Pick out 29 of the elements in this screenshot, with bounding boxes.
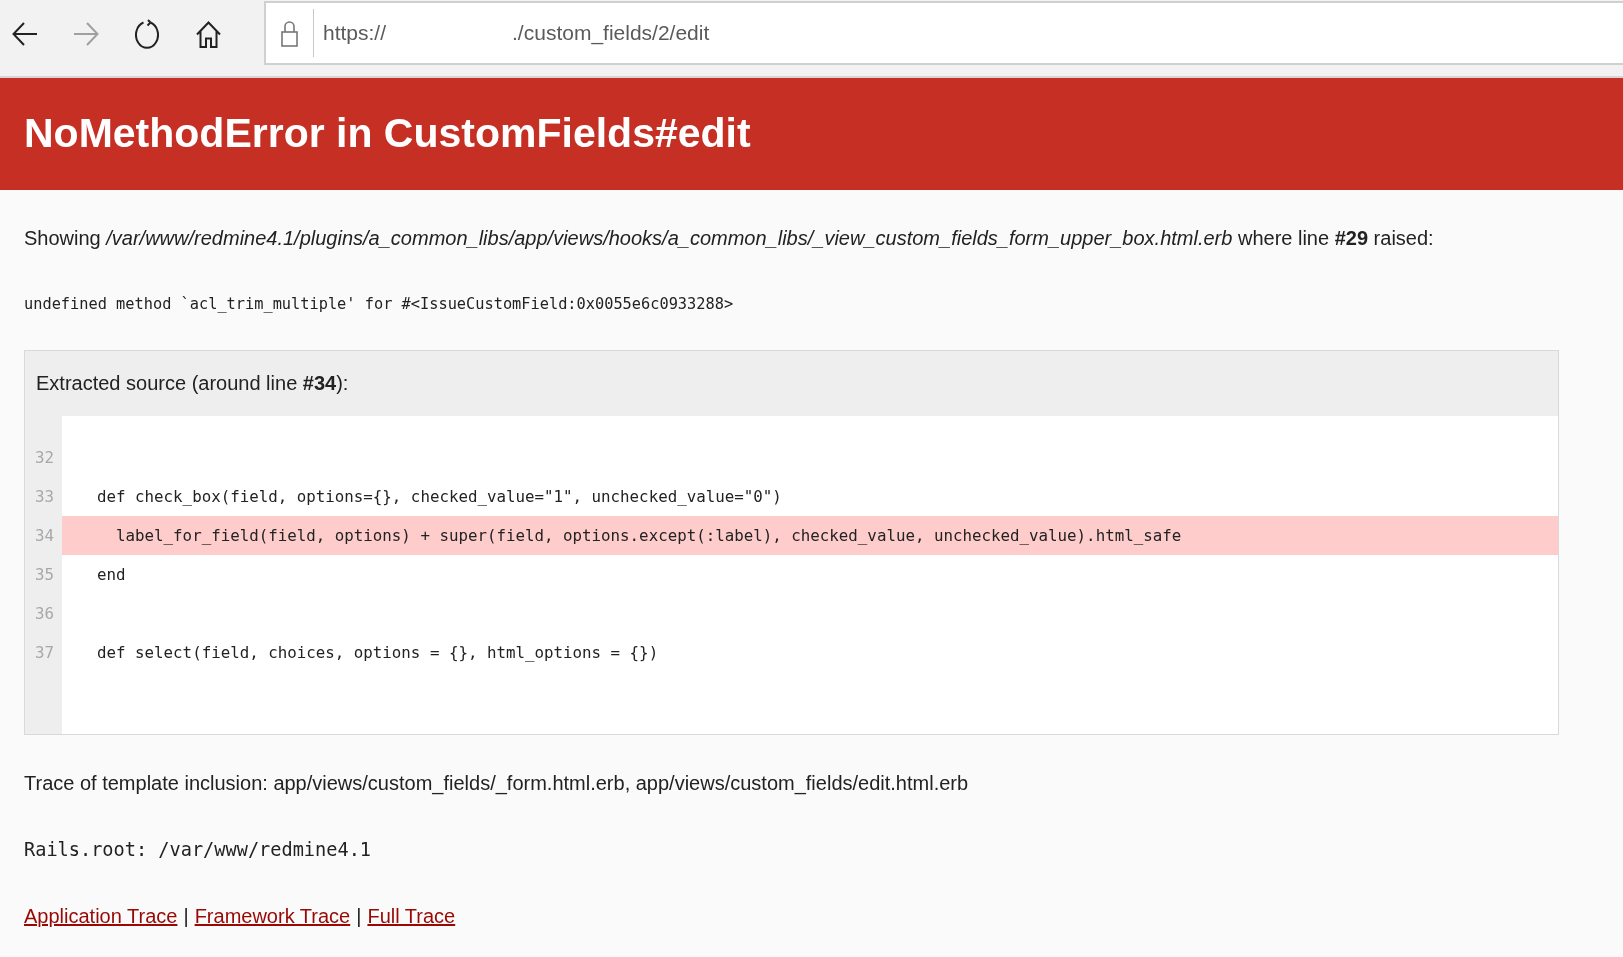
code-line: def check_box(field, options={}, checked_value="1", unchecked_value="0") bbox=[96, 487, 782, 506]
trace-link[interactable]: Framework Trace bbox=[194, 902, 351, 930]
code-line: end bbox=[96, 565, 126, 584]
line-number: 37 bbox=[35, 643, 55, 662]
line-number: 35 bbox=[35, 565, 55, 584]
url-text: https:// bbox=[323, 21, 387, 45]
line-number: 34 bbox=[35, 526, 55, 545]
link-separator: | bbox=[356, 904, 362, 929]
trace-link[interactable]: Application Trace bbox=[24, 902, 178, 930]
code-line: label_for_field(field, options) + super(field, options.except(:label), checked_value, unchecked_value).html_safe bbox=[115, 526, 1182, 545]
source-panel-title: Extracted source (around line #34): bbox=[36, 372, 349, 395]
padlock-icon bbox=[281, 19, 298, 47]
home-icon bbox=[195, 20, 221, 48]
link-separator: | bbox=[183, 904, 189, 929]
line-number: 36 bbox=[35, 604, 55, 623]
line-number: 32 bbox=[35, 448, 55, 467]
reload-icon bbox=[135, 19, 159, 49]
right-arrow-icon bbox=[73, 22, 99, 46]
rails-root: Rails.root: /var/www/redmine4.1 bbox=[24, 838, 373, 862]
address-bar[interactable]: https:// ./custom_fields/2/edit bbox=[264, 1, 1623, 65]
code-line: def select(field, choices, options = {}, html_options = {}) bbox=[96, 643, 659, 662]
line-number: 33 bbox=[35, 487, 55, 506]
error-message: undefined method `acl_trim_multiple' for #<IssueCustomField:0x0055e6c0933288> bbox=[24, 294, 735, 315]
error-title: NoMethodError in CustomFields#edit bbox=[24, 111, 751, 157]
url-text: ./custom_fields/2/edit bbox=[512, 21, 710, 45]
trace-link[interactable]: Full Trace bbox=[367, 902, 456, 930]
template-trace: Trace of template inclusion: app/views/custom_fields/_form.html.erb, app/views/custom_fields/edit.html.erb bbox=[24, 771, 970, 797]
template-path-message: Showing /var/www/redmine4.1/plugins/a_common_libs/app/views/hooks/a_common_libs/_view_custom_fields_form_upper_box.html.erb where line #29 raised: bbox=[24, 226, 1435, 251]
left-arrow-icon bbox=[12, 22, 38, 46]
